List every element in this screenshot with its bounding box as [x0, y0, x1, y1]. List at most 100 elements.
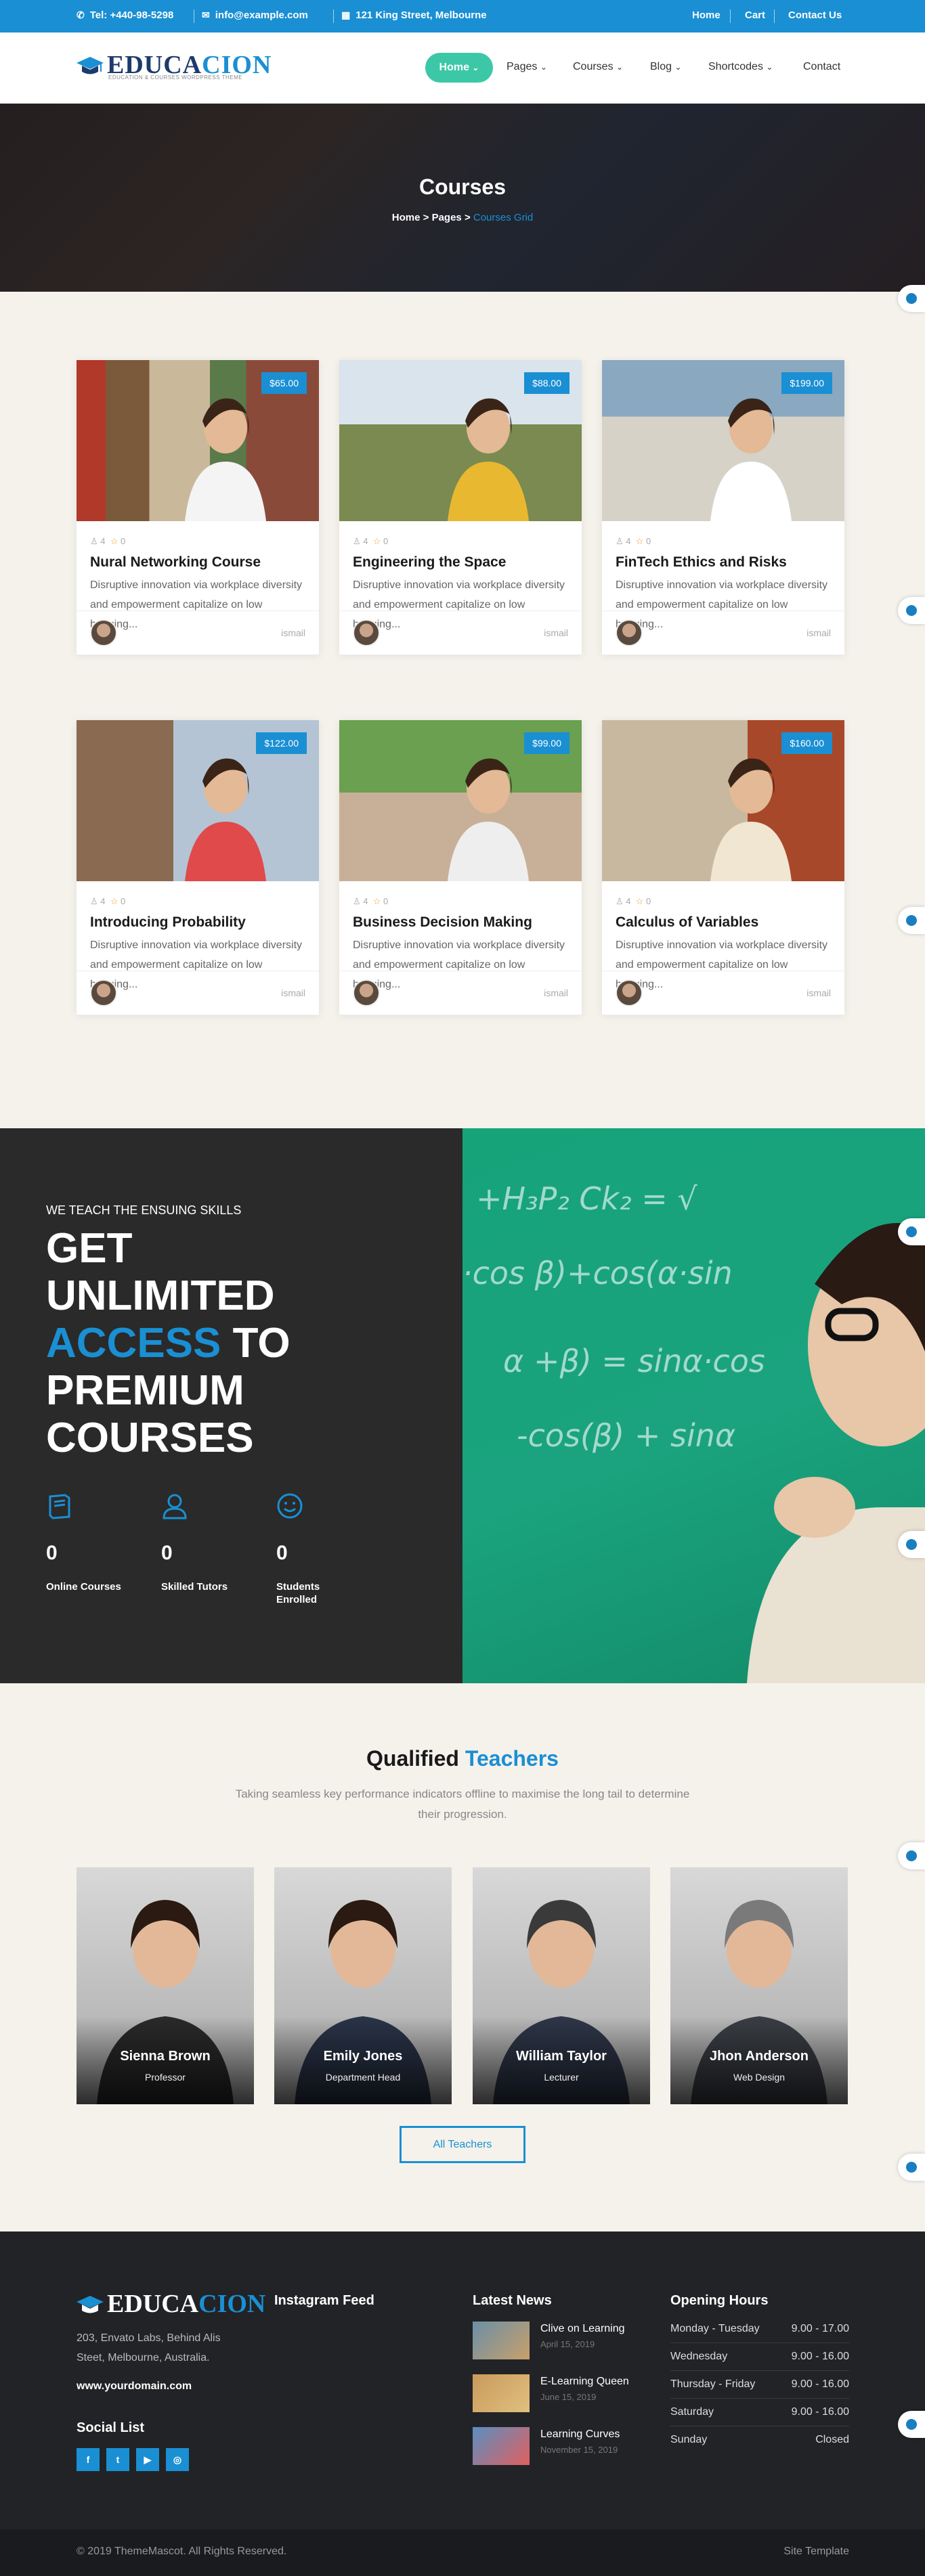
teacher-card[interactable]: Emily Jones Department Head — [274, 1867, 452, 2104]
widget-icon[interactable] — [898, 1842, 925, 1869]
top-link-contact[interactable]: Contact Us — [788, 9, 842, 21]
course-card[interactable]: $99.00 ♙ 4 ☆ 0 Business Decision Making Dis… — [339, 720, 582, 1015]
email-text: info@example.com — [215, 9, 308, 21]
all-teachers-button[interactable]: All Teachers — [400, 2126, 525, 2163]
course-title[interactable]: Nural Networking Course — [90, 554, 261, 571]
hours-row: Saturday 9.00 - 16.00 — [670, 2401, 849, 2426]
widget-icon[interactable] — [898, 2154, 925, 2181]
teachers-title: Qualified Teachers — [366, 1746, 559, 1771]
teacher-name[interactable]: Jhon Anderson — [670, 2049, 848, 2064]
teacher-name[interactable]: Emily Jones — [274, 2049, 452, 2064]
instagram-title: Instagram Feed — [274, 2293, 374, 2308]
course-card[interactable]: $160.00 ♙ 4 ☆ 0 Calculus of Variables Disru… — [602, 720, 844, 1015]
hours-day: Monday - Tuesday — [670, 2323, 760, 2334]
top-link-home[interactable]: Home — [692, 9, 720, 21]
course-description: Disruptive innovation via workplace dive… — [353, 579, 565, 630]
stat-label: Online Courses — [46, 1581, 121, 1593]
avatar[interactable] — [90, 979, 117, 1006]
widget-icon[interactable] — [898, 1531, 925, 1558]
stat-skilled-tutors: 0 Skilled Tutors — [161, 1492, 256, 1593]
course-card[interactable]: $65.00 ♙ 4 ☆ 0 Nural Networking Course Disr… — [77, 360, 319, 654]
news-thumbnail[interactable] — [473, 2322, 530, 2359]
news-item-title[interactable]: Learning Curves — [540, 2428, 620, 2441]
avatar[interactable] — [353, 619, 380, 646]
avatar[interactable] — [90, 619, 117, 646]
course-author[interactable]: ismail — [544, 627, 568, 638]
teacher-name[interactable]: William Taylor — [473, 2049, 650, 2064]
widget-icon[interactable] — [898, 597, 925, 624]
widget-icon[interactable] — [898, 285, 925, 312]
book-icon — [49, 1494, 70, 1519]
price-badge: $199.00 — [781, 372, 832, 394]
graduation-cap-icon — [77, 2296, 104, 2313]
course-meta: ♙ 4 ☆ 0 — [353, 536, 389, 546]
hours-title: Opening Hours — [670, 2293, 769, 2308]
course-author[interactable]: ismail — [544, 987, 568, 998]
course-card[interactable]: $199.00 ♙ 4 ☆ 0 FinTech Ethics and Risks Di… — [602, 360, 844, 654]
widget-icon[interactable] — [898, 2411, 925, 2438]
twitter-icon[interactable]: t — [106, 2448, 129, 2471]
course-card[interactable]: $122.00 ♙ 4 ☆ 0 Introducing Probability Dis… — [77, 720, 319, 1015]
course-title[interactable]: Introducing Probability — [90, 914, 246, 931]
nav-shortcodes[interactable]: Shortcodes ⌄ — [708, 61, 773, 73]
nav-home[interactable]: Home ⌄ — [425, 53, 493, 83]
course-meta: ♙ 4 ☆ 0 — [616, 536, 651, 546]
widget-icon[interactable] — [898, 907, 925, 934]
divider — [774, 9, 775, 23]
news-item-title[interactable]: Clive on Learning — [540, 2323, 625, 2335]
site-template-link[interactable]: Site Template — [783, 2546, 849, 2558]
star-icon: ☆ — [110, 536, 119, 546]
instagram-icon[interactable]: ◎ — [166, 2448, 189, 2471]
course-author[interactable]: ismail — [281, 627, 305, 638]
footer-website[interactable]: www.yourdomain.com — [77, 2380, 192, 2393]
nav-blog[interactable]: Blog ⌄ — [650, 61, 682, 73]
top-link-cart[interactable]: Cart — [745, 9, 765, 21]
course-author[interactable]: ismail — [806, 627, 831, 638]
course-description: Disruptive innovation via workplace dive… — [90, 939, 303, 990]
nav-pages[interactable]: Pages ⌄ — [507, 61, 547, 73]
course-author[interactable]: ismail — [281, 987, 305, 998]
course-title[interactable]: Calculus of Variables — [616, 914, 758, 931]
teacher-card[interactable]: William Taylor Lecturer — [473, 1867, 650, 2104]
teacher-role: Web Design — [733, 2072, 785, 2083]
star-icon: ☆ — [635, 896, 644, 906]
footer-address: 203, Envato Labs, Behind Alis Steet, Mel… — [77, 2332, 221, 2363]
phone-contact[interactable]: ✆ Tel: +440-98-5298 — [77, 9, 173, 21]
star-icon: ☆ — [635, 536, 644, 546]
breadcrumb-pages[interactable]: Pages — [432, 212, 462, 223]
price-badge: $160.00 — [781, 732, 832, 754]
course-card[interactable]: $88.00 ♙ 4 ☆ 0 Engineering the Space Disrup… — [339, 360, 582, 654]
course-title[interactable]: Business Decision Making — [353, 914, 532, 931]
hours-day: Saturday — [670, 2406, 714, 2418]
facebook-icon[interactable]: f — [77, 2448, 100, 2471]
user-icon: ♙ — [616, 896, 624, 906]
divider — [602, 654, 844, 655]
avatar[interactable] — [616, 979, 643, 1006]
divider — [77, 610, 319, 611]
news-thumbnail[interactable] — [473, 2427, 530, 2465]
breadcrumb-home[interactable]: Home — [392, 212, 421, 223]
hours-row: Thursday - Friday 9.00 - 16.00 — [670, 2373, 849, 2399]
avatar[interactable] — [616, 619, 643, 646]
avatar[interactable] — [353, 979, 380, 1006]
course-title[interactable]: FinTech Ethics and Risks — [616, 554, 787, 571]
news-thumbnail[interactable] — [473, 2374, 530, 2412]
nav-courses[interactable]: Courses ⌄ — [573, 61, 623, 73]
user-icon: ♙ — [353, 896, 361, 906]
course-author[interactable]: ismail — [806, 987, 831, 998]
email-contact[interactable]: ✉ info@example.com — [202, 9, 308, 21]
teacher-card[interactable]: Jhon Anderson Web Design — [670, 1867, 848, 2104]
news-item-date: November 15, 2019 — [540, 2445, 618, 2455]
footer-logo[interactable]: EDUCACION — [107, 2289, 265, 2319]
teacher-role: Lecturer — [544, 2072, 579, 2083]
course-title[interactable]: Engineering the Space — [353, 554, 506, 571]
youtube-icon[interactable]: ▶ — [136, 2448, 159, 2471]
news-item-title[interactable]: E-Learning Queen — [540, 2376, 629, 2388]
widget-icon[interactable] — [898, 1218, 925, 1245]
teacher-card[interactable]: Sienna Brown Professor — [77, 1867, 254, 2104]
teacher-name[interactable]: Sienna Brown — [77, 2049, 254, 2064]
nav-contact[interactable]: Contact — [803, 61, 840, 73]
chevron-down-icon: ⌄ — [540, 62, 547, 72]
stat-number: 0 — [46, 1542, 58, 1564]
envelope-icon: ✉ — [202, 9, 210, 20]
